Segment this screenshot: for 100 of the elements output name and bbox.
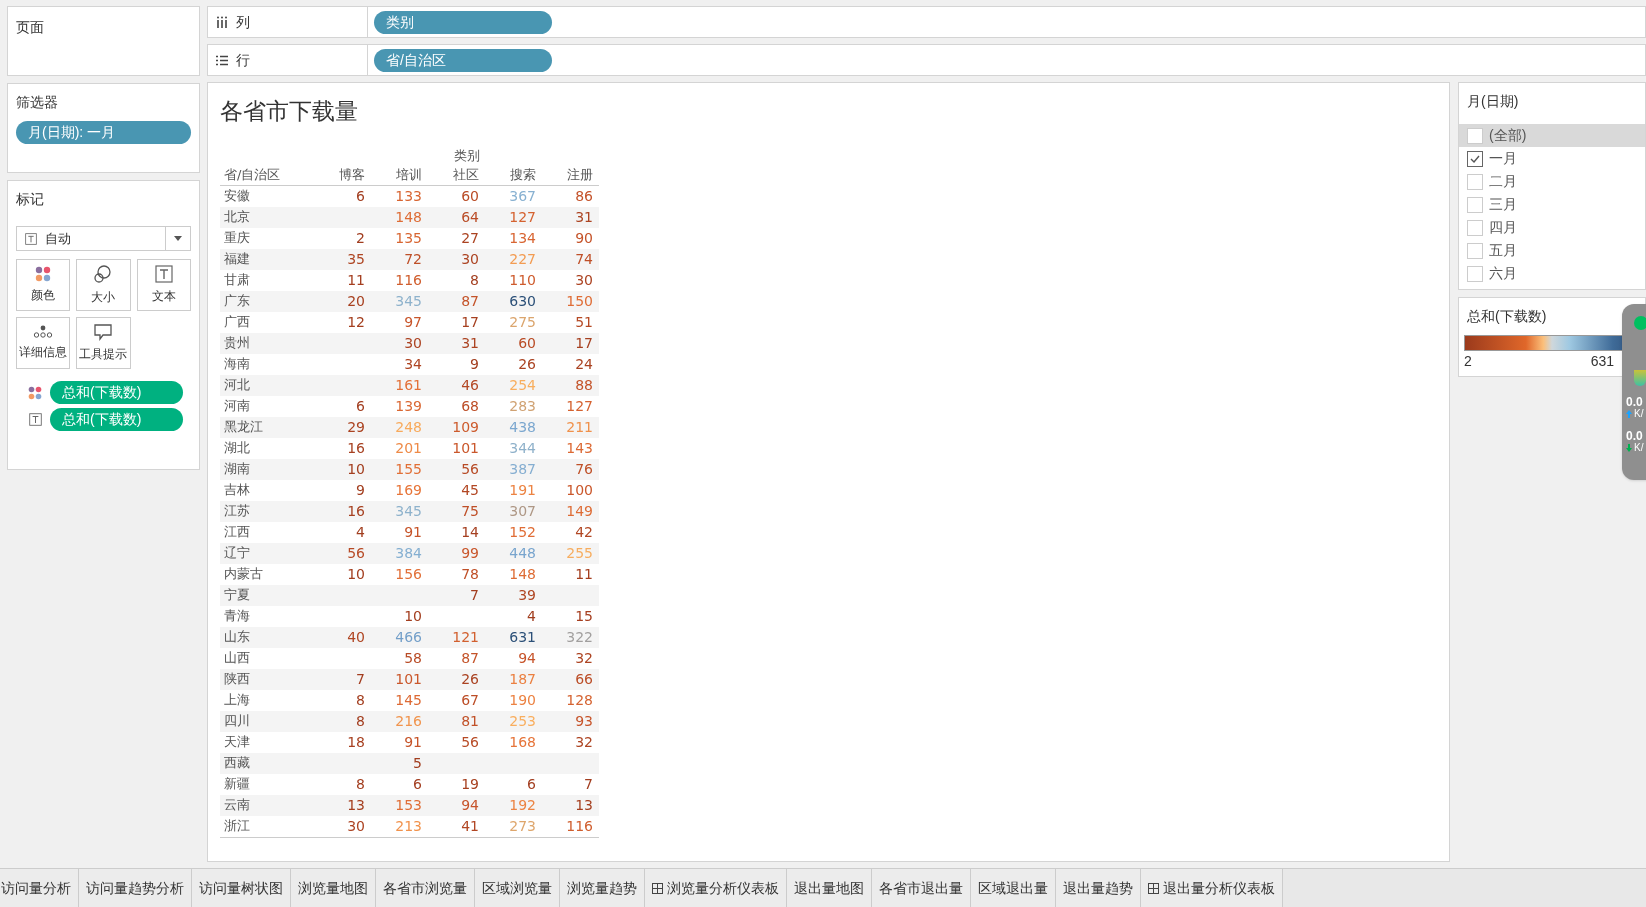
province-label: 西藏	[224, 755, 250, 771]
value-cell: 630	[509, 292, 536, 309]
sheet-tab[interactable]: 浏览量分析仪表板	[645, 869, 787, 907]
mark-button[interactable]: 详细信息	[16, 317, 71, 369]
value-cell: 466	[395, 628, 422, 645]
province-label: 贵州	[224, 335, 250, 351]
value-cell: 60	[461, 187, 479, 204]
sheet-tab[interactable]: 退出量分析仪表板	[1141, 869, 1283, 907]
sheet-tab[interactable]: 访问量趋势分析	[79, 869, 192, 907]
rows-icon	[216, 54, 228, 66]
value-cell: 116	[395, 271, 422, 288]
province-label: 广东	[224, 293, 250, 309]
grid-icon	[1148, 882, 1159, 894]
value-cell: 27	[461, 229, 479, 246]
province-label: 湖北	[224, 440, 250, 456]
province-label: 新疆	[224, 776, 250, 792]
value-cell: 153	[395, 796, 422, 813]
value-cell: 56	[461, 460, 479, 477]
province-label: 黑龙江	[224, 419, 263, 435]
value-cell: 72	[404, 250, 422, 267]
column-group-header: 类别	[454, 147, 480, 163]
value-cell: 8	[470, 271, 479, 288]
filter-option[interactable]: 五月	[1459, 239, 1645, 262]
value-cell: 143	[566, 439, 593, 456]
province-label: 云南	[224, 797, 250, 813]
column-header: 搜索	[510, 167, 536, 182]
value-cell: 156	[395, 565, 422, 582]
value-cell: 17	[575, 334, 593, 351]
legend-min: 2	[1464, 352, 1472, 371]
filter-option[interactable]: 一月	[1459, 147, 1645, 170]
sheet-tab[interactable]: 退出量趋势	[1056, 869, 1141, 907]
filter-option[interactable]: 二月	[1459, 170, 1645, 193]
size-icon	[93, 264, 114, 284]
value-cell: 109	[452, 418, 479, 435]
filter-option[interactable]: 四月	[1459, 216, 1645, 239]
panel-title: 筛选器	[16, 93, 59, 112]
mark-button[interactable]: 颜色	[16, 259, 71, 311]
value-cell: 66	[575, 670, 593, 687]
mark-type-dropdown[interactable]: 自动	[16, 226, 191, 251]
value-cell: 11	[347, 271, 365, 288]
value-cell: 273	[509, 817, 536, 834]
sheet-tab[interactable]: 各省市浏览量	[376, 869, 475, 907]
text-icon	[28, 413, 42, 426]
up-arrow-icon	[1626, 410, 1632, 418]
value-cell: 93	[575, 712, 593, 729]
value-cell: 81	[461, 712, 479, 729]
value-cell: 116	[566, 817, 593, 834]
value-cell: 344	[509, 439, 536, 456]
sheet-tab[interactable]: 访问量树状图	[192, 869, 291, 907]
value-cell: 31	[575, 208, 593, 225]
value-cell: 110	[509, 271, 536, 288]
value-cell: 35	[347, 250, 365, 267]
panel-title: 月(日期)	[1466, 92, 1520, 111]
value-cell: 7	[470, 586, 479, 603]
value-cell: 16	[347, 439, 365, 456]
mark-button[interactable]: 文本	[136, 259, 191, 311]
value-cell: 87	[461, 649, 479, 666]
speed-value: 0.0	[1626, 430, 1644, 442]
value-cell: 74	[575, 250, 593, 267]
value-cell: 191	[509, 481, 536, 498]
value-cell: 448	[509, 544, 536, 561]
sheet-tab[interactable]: 浏览量地图	[291, 869, 376, 907]
value-cell: 17	[461, 313, 479, 330]
value-cell: 190	[509, 691, 536, 708]
column-header: 注册	[567, 167, 593, 182]
province-label: 安徽	[224, 188, 250, 204]
sheet-tab[interactable]: 各省市退出量	[872, 869, 971, 907]
gauge-icon	[1634, 370, 1646, 386]
sheet-tab[interactable]: 退出量地图	[787, 869, 872, 907]
value-cell: 32	[575, 733, 593, 750]
value-cell: 631	[509, 628, 536, 645]
filter-option[interactable]: 六月	[1459, 262, 1645, 285]
value-cell: 76	[575, 460, 593, 477]
value-cell: 42	[575, 523, 593, 540]
value-cell: 88	[575, 376, 593, 393]
value-cell: 4	[356, 523, 365, 540]
value-cell: 7	[356, 670, 365, 687]
text-icon	[154, 265, 173, 283]
value-cell: 161	[395, 376, 422, 393]
mark-button[interactable]: 大小	[76, 259, 131, 311]
value-cell: 26	[461, 670, 479, 687]
sheet-tab[interactable]: 访问量分析	[0, 869, 79, 907]
value-cell: 91	[404, 523, 422, 540]
value-cell: 14	[461, 523, 479, 540]
dropdown-value: 自动	[45, 229, 72, 248]
color-dots-icon	[28, 384, 42, 401]
value-cell: 26	[518, 355, 536, 372]
value-cell: 367	[509, 187, 536, 204]
sheet-tab[interactable]: 区域浏览量	[475, 869, 560, 907]
sheet-tab[interactable]: 浏览量趋势	[560, 869, 645, 907]
value-cell: 8	[356, 775, 365, 792]
value-cell: 201	[395, 439, 422, 456]
filter-option[interactable]: (全部)	[1459, 124, 1645, 147]
speed-unit: K/	[1634, 442, 1644, 454]
sheet-tab[interactable]: 区域退出量	[971, 869, 1056, 907]
value-cell: 6	[413, 775, 422, 792]
mark-button[interactable]: 工具提示	[76, 317, 131, 369]
checkbox[interactable]	[1467, 150, 1483, 167]
value-cell: 87	[461, 292, 479, 309]
filter-option[interactable]: 三月	[1459, 193, 1645, 216]
